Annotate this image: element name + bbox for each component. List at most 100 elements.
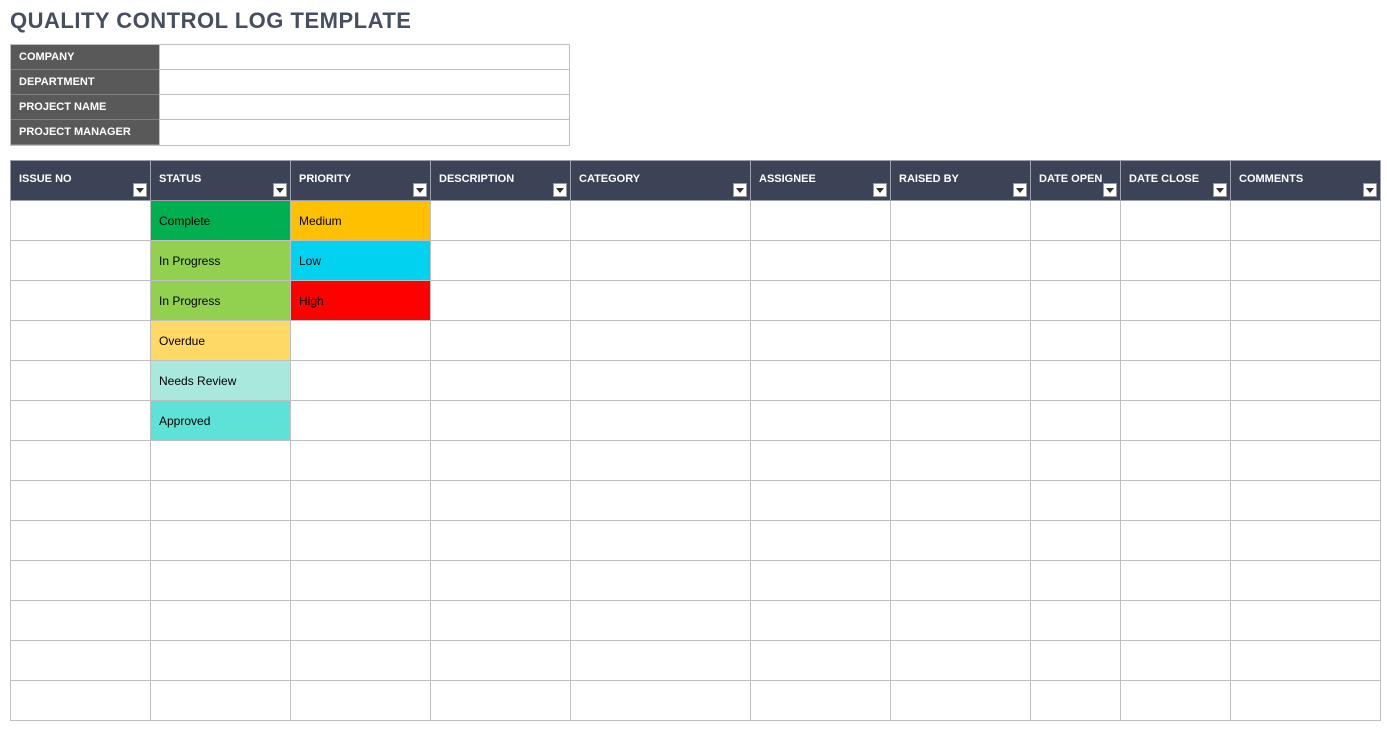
cell-date_close[interactable] [1121, 361, 1231, 401]
cell-issue_no[interactable] [11, 361, 151, 401]
cell-issue_no[interactable] [11, 521, 151, 561]
cell-raised_by[interactable] [891, 481, 1031, 521]
cell-comments[interactable] [1231, 561, 1381, 601]
cell-description[interactable] [431, 601, 571, 641]
cell-date_close[interactable] [1121, 321, 1231, 361]
cell-assignee[interactable] [751, 281, 891, 321]
cell-issue_no[interactable] [11, 561, 151, 601]
cell-description[interactable] [431, 321, 571, 361]
cell-description[interactable] [431, 361, 571, 401]
cell-priority[interactable] [291, 561, 431, 601]
cell-status[interactable] [151, 481, 291, 521]
cell-assignee[interactable] [751, 201, 891, 241]
cell-date_open[interactable] [1031, 281, 1121, 321]
cell-priority[interactable] [291, 361, 431, 401]
filter-dropdown-icon[interactable] [873, 183, 887, 197]
filter-dropdown-icon[interactable] [1213, 183, 1227, 197]
cell-status[interactable] [151, 561, 291, 601]
cell-category[interactable] [571, 681, 751, 721]
filter-dropdown-icon[interactable] [1013, 183, 1027, 197]
cell-status[interactable]: Overdue [151, 321, 291, 361]
cell-status[interactable] [151, 521, 291, 561]
cell-comments[interactable] [1231, 681, 1381, 721]
cell-status[interactable]: Needs Review [151, 361, 291, 401]
cell-description[interactable] [431, 401, 571, 441]
cell-raised_by[interactable] [891, 201, 1031, 241]
cell-raised_by[interactable] [891, 241, 1031, 281]
cell-comments[interactable] [1231, 281, 1381, 321]
cell-priority[interactable] [291, 401, 431, 441]
cell-priority[interactable] [291, 521, 431, 561]
cell-date_close[interactable] [1121, 201, 1231, 241]
cell-description[interactable] [431, 681, 571, 721]
cell-date_close[interactable] [1121, 601, 1231, 641]
cell-issue_no[interactable] [11, 321, 151, 361]
cell-issue_no[interactable] [11, 401, 151, 441]
cell-assignee[interactable] [751, 361, 891, 401]
cell-date_close[interactable] [1121, 561, 1231, 601]
cell-category[interactable] [571, 201, 751, 241]
cell-category[interactable] [571, 281, 751, 321]
cell-issue_no[interactable] [11, 441, 151, 481]
cell-status[interactable]: Approved [151, 401, 291, 441]
cell-status[interactable] [151, 641, 291, 681]
cell-date_close[interactable] [1121, 441, 1231, 481]
cell-description[interactable] [431, 441, 571, 481]
cell-date_open[interactable] [1031, 521, 1121, 561]
cell-issue_no[interactable] [11, 241, 151, 281]
cell-date_open[interactable] [1031, 401, 1121, 441]
cell-description[interactable] [431, 521, 571, 561]
cell-assignee[interactable] [751, 401, 891, 441]
filter-dropdown-icon[interactable] [553, 183, 567, 197]
cell-category[interactable] [571, 401, 751, 441]
cell-comments[interactable] [1231, 201, 1381, 241]
cell-category[interactable] [571, 481, 751, 521]
cell-date_open[interactable] [1031, 601, 1121, 641]
cell-raised_by[interactable] [891, 601, 1031, 641]
cell-description[interactable] [431, 241, 571, 281]
cell-priority[interactable] [291, 441, 431, 481]
cell-issue_no[interactable] [11, 641, 151, 681]
cell-description[interactable] [431, 561, 571, 601]
cell-raised_by[interactable] [891, 281, 1031, 321]
cell-date_open[interactable] [1031, 361, 1121, 401]
cell-status[interactable] [151, 441, 291, 481]
cell-assignee[interactable] [751, 241, 891, 281]
cell-assignee[interactable] [751, 561, 891, 601]
filter-dropdown-icon[interactable] [733, 183, 747, 197]
cell-date_close[interactable] [1121, 401, 1231, 441]
cell-category[interactable] [571, 521, 751, 561]
cell-comments[interactable] [1231, 521, 1381, 561]
cell-description[interactable] [431, 641, 571, 681]
value-department[interactable] [159, 70, 569, 95]
cell-date_close[interactable] [1121, 481, 1231, 521]
cell-status[interactable]: In Progress [151, 241, 291, 281]
cell-date_open[interactable] [1031, 681, 1121, 721]
cell-comments[interactable] [1231, 361, 1381, 401]
cell-issue_no[interactable] [11, 681, 151, 721]
cell-raised_by[interactable] [891, 401, 1031, 441]
cell-date_open[interactable] [1031, 321, 1121, 361]
cell-issue_no[interactable] [11, 481, 151, 521]
cell-assignee[interactable] [751, 521, 891, 561]
cell-priority[interactable] [291, 321, 431, 361]
cell-comments[interactable] [1231, 641, 1381, 681]
cell-comments[interactable] [1231, 321, 1381, 361]
cell-comments[interactable] [1231, 601, 1381, 641]
cell-date_open[interactable] [1031, 241, 1121, 281]
cell-status[interactable] [151, 681, 291, 721]
cell-assignee[interactable] [751, 481, 891, 521]
cell-category[interactable] [571, 361, 751, 401]
cell-raised_by[interactable] [891, 521, 1031, 561]
cell-status[interactable] [151, 601, 291, 641]
cell-priority[interactable] [291, 481, 431, 521]
cell-date_open[interactable] [1031, 561, 1121, 601]
cell-assignee[interactable] [751, 681, 891, 721]
cell-comments[interactable] [1231, 481, 1381, 521]
cell-comments[interactable] [1231, 441, 1381, 481]
cell-date_open[interactable] [1031, 441, 1121, 481]
cell-priority[interactable] [291, 641, 431, 681]
cell-issue_no[interactable] [11, 281, 151, 321]
cell-raised_by[interactable] [891, 321, 1031, 361]
cell-category[interactable] [571, 561, 751, 601]
